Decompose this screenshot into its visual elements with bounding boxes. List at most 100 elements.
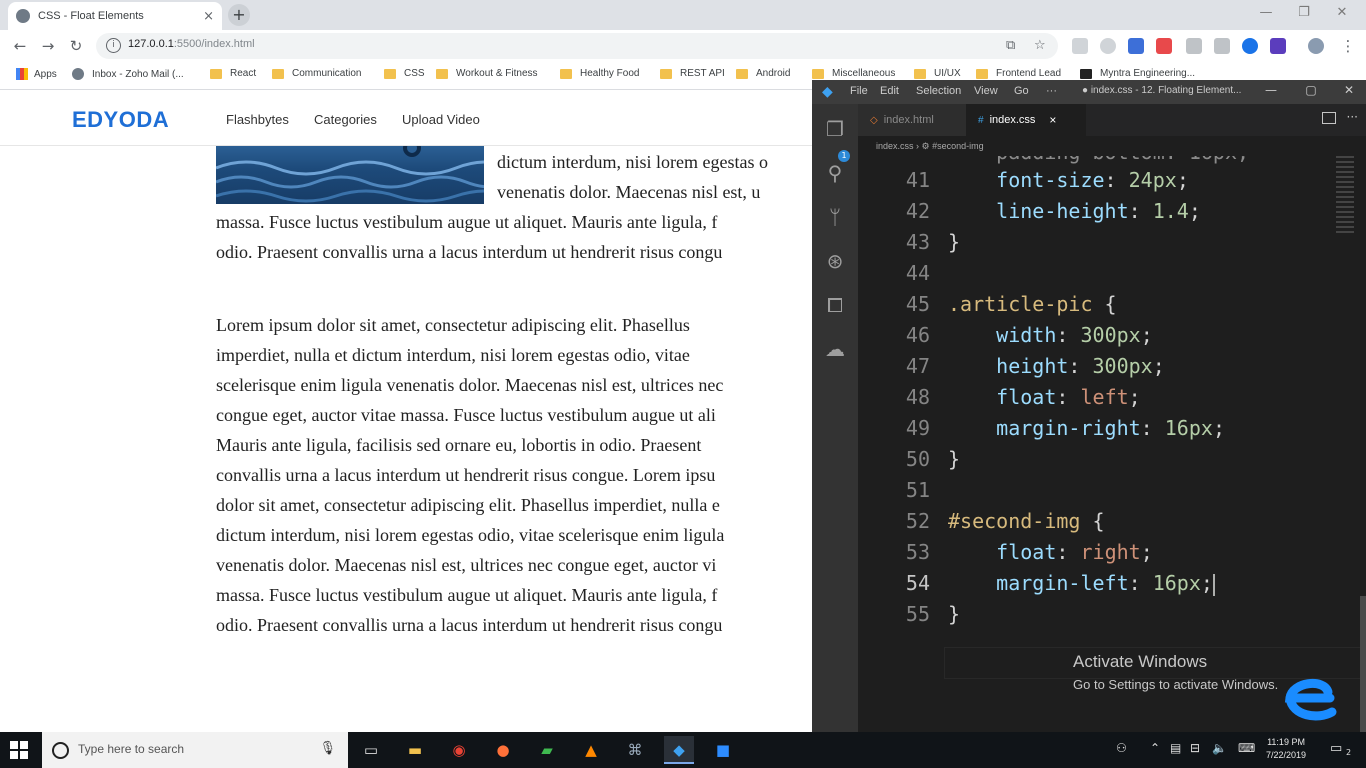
- close-window-button[interactable]: ✕: [1322, 0, 1362, 26]
- debug-icon[interactable]: ⊛: [822, 248, 848, 274]
- extension-icon[interactable]: [1072, 38, 1088, 54]
- paragraph-line: Lorem ipsum dolor sit amet, consectetur …: [216, 315, 690, 335]
- extensions-icon[interactable]: ⧠: [822, 292, 848, 318]
- bookmark-folder[interactable]: Android: [736, 68, 790, 79]
- menu-view[interactable]: View: [974, 85, 998, 97]
- source-control-icon[interactable]: ᛘ: [822, 204, 848, 230]
- forward-arrow-icon[interactable]: →: [38, 36, 58, 56]
- nav-link-flashbytes[interactable]: Flashbytes: [226, 112, 289, 127]
- line-number: 50: [905, 447, 930, 471]
- web-page: EDYODA Flashbytes Categories Upload Vide…: [0, 90, 812, 730]
- extension-icon[interactable]: [1100, 38, 1116, 54]
- vscode-taskbar-icon[interactable]: ◆: [664, 736, 694, 764]
- tab-index-css[interactable]: # index.css ×: [966, 104, 1086, 136]
- chevron-up-icon[interactable]: ⌃: [1150, 741, 1160, 755]
- tab-close-icon[interactable]: ×: [1049, 113, 1056, 127]
- maximize-button[interactable]: ❐: [1284, 0, 1324, 26]
- window-title: ● index.css - 12. Floating Element...: [1082, 85, 1242, 96]
- system-clock[interactable]: 11:19 PM 7/22/2019: [1266, 736, 1306, 762]
- paragraph-line: odio. Praesent convallis urna a lacus in…: [216, 242, 723, 262]
- vscode-maximize-button[interactable]: ▢: [1296, 83, 1326, 97]
- language-icon[interactable]: ⌨: [1238, 741, 1255, 755]
- menu-selection[interactable]: Selection: [916, 85, 961, 97]
- extension-icon[interactable]: [1186, 38, 1202, 54]
- activate-windows-title: Activate Windows: [1073, 652, 1208, 671]
- network-icon[interactable]: ⊟: [1190, 741, 1200, 755]
- search-icon[interactable]: ⚲: [822, 160, 848, 186]
- article-image: [216, 146, 484, 204]
- notification-icon[interactable]: ▭: [1330, 741, 1342, 756]
- nav-link-categories[interactable]: Categories: [314, 112, 377, 127]
- bookmark-item[interactable]: Myntra Engineering...: [1080, 68, 1195, 79]
- windows-taskbar: Type here to search 🎙 ▭ ▬ ◉ ● ▰ ▲ ⌘ ◆ ■ …: [0, 732, 1366, 768]
- back-arrow-icon[interactable]: ←: [10, 36, 30, 56]
- site-logo[interactable]: EDYODA: [72, 107, 169, 133]
- info-icon[interactable]: i: [106, 38, 121, 53]
- line-number: 44: [905, 261, 930, 285]
- code-editor[interactable]: padding-bottom: 16px; 41 font-size: 24px…: [858, 156, 1366, 732]
- pocket-extension-icon[interactable]: [1156, 38, 1172, 54]
- bookmark-folder[interactable]: Miscellaneous: [812, 68, 895, 79]
- volume-icon[interactable]: 🔈: [1212, 741, 1227, 755]
- bookmark-folder[interactable]: Healthy Food: [560, 68, 639, 79]
- windows-start-icon[interactable]: [10, 741, 28, 759]
- tab-close-button[interactable]: ×: [203, 9, 214, 24]
- breadcrumb[interactable]: index.css › ⚙ #second-img: [858, 136, 1366, 156]
- microphone-icon[interactable]: 🎙: [319, 741, 336, 756]
- extension-icon[interactable]: [1270, 38, 1286, 54]
- bookmark-folder[interactable]: CSS: [384, 68, 425, 79]
- extension-icon[interactable]: [1242, 38, 1258, 54]
- line-number: 55: [905, 602, 930, 626]
- zoom-icon[interactable]: ■: [708, 736, 738, 764]
- bookmark-folder[interactable]: UI/UX: [914, 68, 961, 79]
- vscode-minimize-button[interactable]: —: [1256, 83, 1286, 97]
- vscode-close-button[interactable]: ✕: [1334, 83, 1364, 97]
- menu-edit[interactable]: Edit: [880, 85, 899, 97]
- minimize-button[interactable]: —: [1246, 0, 1286, 26]
- people-icon[interactable]: ⚇: [1116, 741, 1127, 755]
- docker-icon[interactable]: ☁: [822, 336, 848, 362]
- profile-avatar[interactable]: [1308, 38, 1324, 54]
- firefox-icon[interactable]: ●: [488, 736, 518, 764]
- bookmark-item[interactable]: Inbox - Zoho Mail (...: [72, 68, 184, 80]
- zoho-icon: [72, 68, 84, 80]
- bookmark-apps[interactable]: Apps: [16, 68, 57, 80]
- tray-app-icon[interactable]: ▤: [1170, 741, 1181, 755]
- split-editor-icon[interactable]: [1322, 112, 1336, 124]
- new-tab-button[interactable]: +: [228, 4, 250, 26]
- bookmark-star-icon[interactable]: ☆: [1034, 38, 1046, 53]
- bookmark-folder[interactable]: Workout & Fitness: [436, 68, 538, 79]
- menu-go[interactable]: Go: [1014, 85, 1029, 97]
- extension-icon[interactable]: [1214, 38, 1230, 54]
- network-app-icon[interactable]: ⌘: [620, 736, 650, 764]
- task-view-icon[interactable]: ▭: [356, 736, 386, 764]
- editor-scrollbar[interactable]: [1360, 596, 1366, 732]
- browser-tab[interactable]: CSS - Float Elements ×: [8, 2, 222, 30]
- bookmark-folder[interactable]: Communication: [272, 68, 361, 79]
- translate-icon[interactable]: ⧉: [1006, 38, 1015, 53]
- folder-icon: [914, 68, 926, 79]
- notepad-plus-icon[interactable]: ▰: [532, 736, 562, 764]
- explorer-icon[interactable]: ❐: [822, 116, 848, 142]
- vlc-icon[interactable]: ▲: [576, 736, 606, 764]
- chrome-icon[interactable]: ◉: [444, 736, 474, 764]
- bookmark-folder[interactable]: Frontend Lead: [976, 68, 1061, 79]
- reload-icon[interactable]: ↻: [66, 36, 86, 56]
- address-url: 127.0.0.1:5500/index.html: [128, 38, 255, 50]
- shield-extension-icon[interactable]: [1128, 38, 1144, 54]
- menu-icon[interactable]: ⋮: [1338, 36, 1358, 56]
- tab-index-html[interactable]: ◇ index.html: [858, 104, 966, 136]
- minimap[interactable]: [1336, 156, 1354, 236]
- more-actions-icon[interactable]: ···: [1347, 110, 1358, 124]
- nav-link-upload-video[interactable]: Upload Video: [402, 112, 480, 127]
- address-bar[interactable]: i 127.0.0.1:5500/index.html ⧉ ☆: [96, 33, 1058, 59]
- line-number: 48: [905, 385, 930, 409]
- taskbar-search-box[interactable]: Type here to search 🎙: [42, 732, 348, 768]
- menu-more[interactable]: ···: [1046, 85, 1057, 97]
- bookmark-folder[interactable]: React: [210, 68, 256, 79]
- code-line: width: 300px;: [996, 323, 1153, 347]
- menu-file[interactable]: File: [850, 85, 868, 97]
- file-explorer-icon[interactable]: ▬: [400, 736, 430, 764]
- line-number: 45: [905, 292, 930, 316]
- bookmark-folder[interactable]: REST API: [660, 68, 725, 79]
